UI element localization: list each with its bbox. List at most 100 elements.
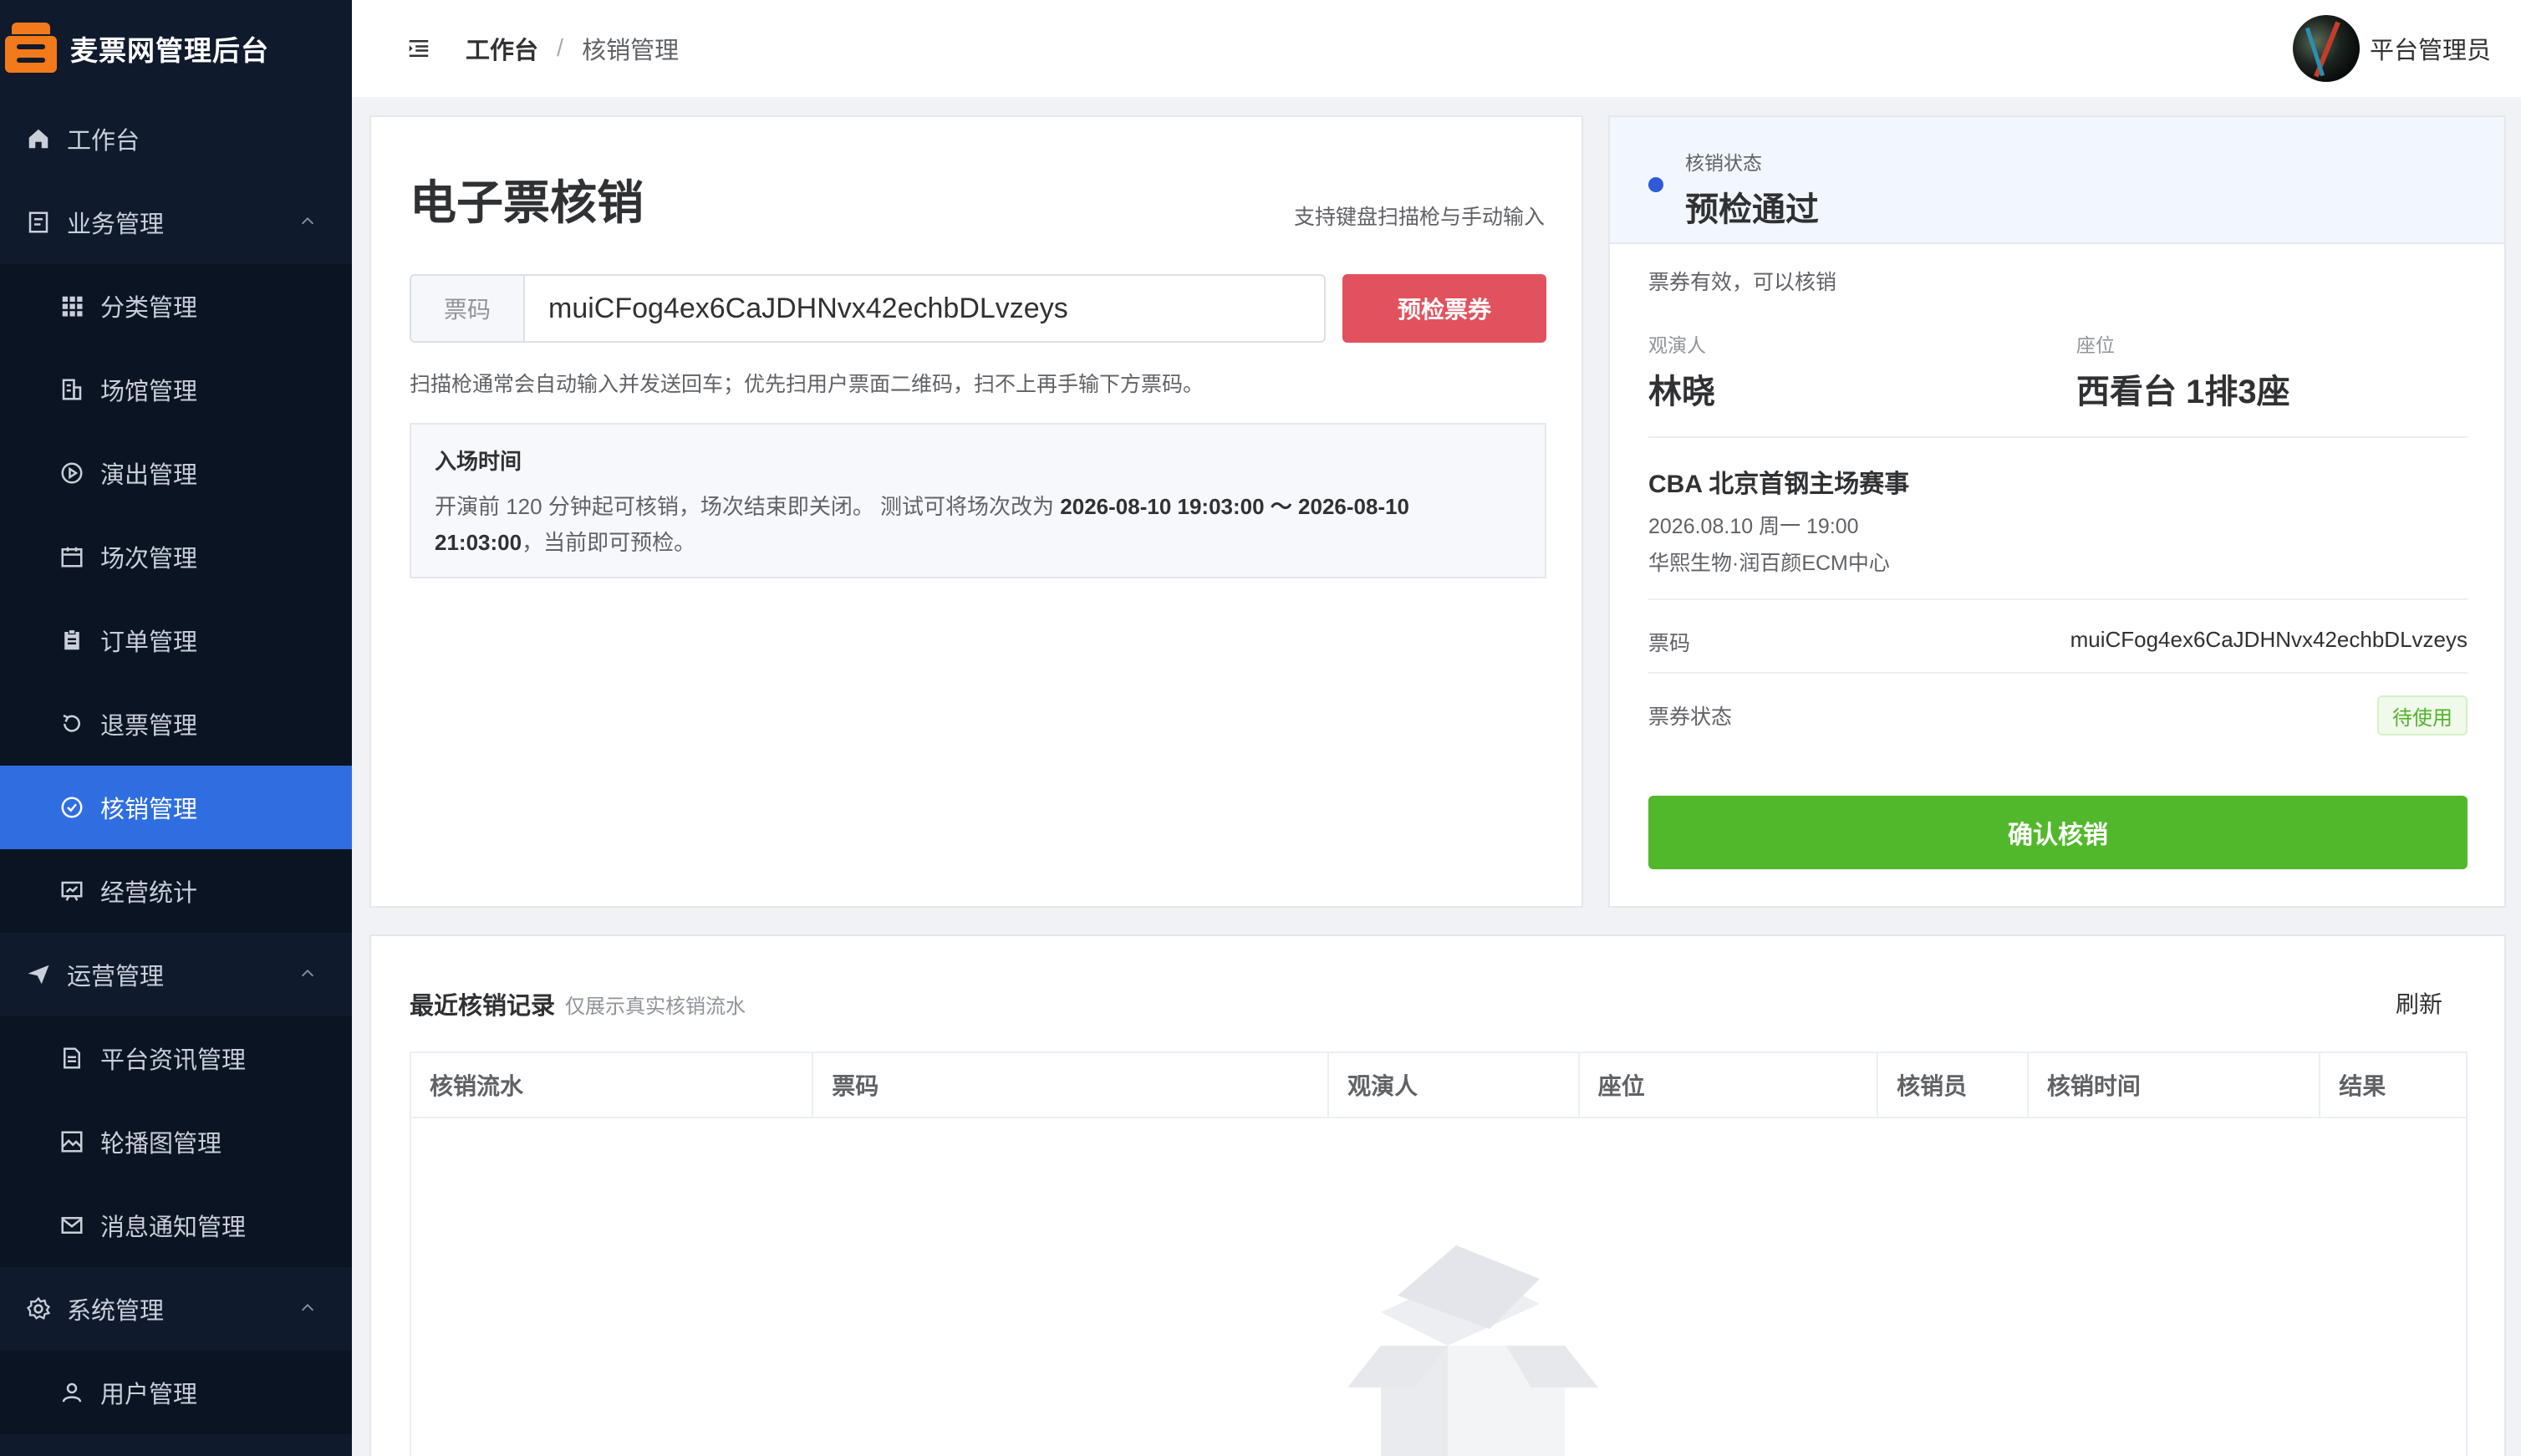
sidebar-item-label: 运营管理 (67, 964, 165, 990)
breadcrumb: 工作台 / 核销管理 (466, 31, 679, 66)
sidebar-item-label: 场馆管理 (100, 379, 198, 405)
column-header[interactable]: 结果 (2320, 1053, 2466, 1117)
code-value: muiCFog4ex6CaJDHNvx42echbDLvzeys (2070, 627, 2468, 652)
sidebar-item-verify[interactable]: 核销管理 (0, 766, 352, 849)
entry-time-text: 开演前 120 分钟起可核销，场次结束即关闭。 测试可将场次改为 2026-08… (435, 489, 1521, 561)
sidebar-item-banner[interactable]: 轮播图管理 (0, 1100, 352, 1184)
scan-tip: 扫描枪通常会自动输入并发送回车；优先扫用户票面二维码，扫不上再手输下方票码。 (410, 373, 1204, 396)
entry-time-title: 入场时间 (435, 449, 522, 474)
column-header[interactable]: 核销时间 (2029, 1053, 2321, 1117)
viewer-label: 观演人 (1648, 334, 1706, 356)
app-title: 麦票网管理后台 (70, 35, 269, 66)
sidebar-item-venue[interactable]: 场馆管理 (0, 348, 352, 431)
home-icon (25, 125, 52, 152)
sidebar-item-system[interactable]: 系统管理 (0, 1267, 352, 1351)
avatar[interactable] (2292, 15, 2360, 82)
send-icon (25, 961, 52, 988)
check-circle-icon (59, 794, 85, 821)
ticket-code-input-group: 票码 预检票券 (410, 274, 1546, 343)
sidebar-item-label: 经营统计 (100, 880, 198, 907)
code-label: 票码 (1648, 632, 1691, 655)
breadcrumb-item-current: 核销管理 (582, 38, 680, 64)
sidebar-item-refund[interactable]: 退票管理 (0, 682, 352, 766)
valid-message: 票券有效，可以核销 (1648, 271, 1837, 294)
menu-toggle-icon[interactable] (402, 32, 435, 65)
user-icon (59, 1379, 85, 1406)
sidebar: 麦票网管理后台 工作台 业务管理 分类管理 场馆管理 演出管理 场次管理 订单管… (0, 0, 352, 1456)
sidebar-item-label: 场次管理 (100, 546, 198, 573)
breadcrumb-separator: / (557, 34, 564, 62)
sidebar-item-label: 工作台 (67, 128, 140, 155)
records-table: 核销流水 票码 观演人 座位 核销员 核销时间 结果 (410, 1051, 2468, 1456)
sidebar-item-message[interactable]: 消息通知管理 (0, 1184, 352, 1267)
input-hint: 支持键盘扫描枪与手动输入 (1293, 206, 1545, 229)
table-header: 核销流水 票码 观演人 座位 核销员 核销时间 结果 (411, 1053, 2466, 1118)
viewer-name: 林晓 (1648, 374, 1715, 410)
column-header[interactable]: 观演人 (1329, 1053, 1580, 1117)
column-header[interactable]: 票码 (813, 1053, 1330, 1117)
sidebar-item-label: 退票管理 (100, 713, 198, 740)
grid-icon (59, 293, 85, 319)
confirm-verify-button[interactable]: 确认核销 (1648, 796, 2468, 869)
event-time: 2026.08.10 周一 19:00 (1648, 515, 1859, 538)
sidebar-item-label: 演出管理 (100, 462, 198, 489)
sidebar-item-operations[interactable]: 运营管理 (0, 933, 352, 1016)
sidebar-item-business[interactable]: 业务管理 (0, 181, 352, 264)
calendar-icon (59, 543, 85, 570)
sidebar-item-label: 订单管理 (100, 629, 198, 656)
sidebar-item-news[interactable]: 平台资讯管理 (0, 1016, 352, 1100)
ticket-status-label: 票券状态 (1648, 705, 1733, 729)
sidebar-item-order[interactable]: 订单管理 (0, 598, 352, 682)
clipboard-icon (59, 627, 85, 654)
refresh-button[interactable]: 刷新 (2396, 986, 2442, 1020)
sidebar-item-label: 核销管理 (100, 797, 198, 823)
seat-value: 西看台 1排3座 (2076, 374, 2290, 410)
sidebar-item-workbench[interactable]: 工作台 (0, 97, 352, 181)
chevron-up-icon (301, 217, 314, 225)
sidebar-item-label: 轮播图管理 (100, 1131, 222, 1158)
divider (1648, 436, 2468, 438)
divider (1648, 672, 2468, 674)
user-name[interactable]: 平台管理员 (2370, 31, 2491, 66)
user-menu[interactable]: 平台管理员 (2292, 15, 2491, 82)
play-circle-icon (59, 460, 85, 486)
entry-time-notice: 入场时间 开演前 120 分钟起可核销，场次结束即关闭。 测试可将场次改为 20… (410, 423, 1546, 578)
sidebar-item-stats[interactable]: 经营统计 (0, 849, 352, 933)
building-icon (59, 376, 85, 403)
records-panel: 最近核销记录 仅展示真实核销流水 刷新 核销流水 票码 观演人 座位 核销员 核… (369, 934, 2506, 1456)
news-icon (59, 1045, 85, 1072)
column-header[interactable]: 核销员 (1878, 1053, 2029, 1117)
ticket-code-input[interactable] (523, 274, 1326, 343)
status-label: 核销状态 (1685, 152, 1762, 174)
verify-panel: 电子票核销 支持键盘扫描枪与手动输入 票码 预检票券 扫描枪通常会自动输入并发送… (369, 115, 1583, 908)
seat-label: 座位 (2076, 334, 2115, 356)
precheck-button[interactable]: 预检票券 (1342, 274, 1546, 343)
top-header: 工作台 / 核销管理 平台管理员 (352, 0, 2521, 97)
brand: 麦票网管理后台 (0, 0, 352, 97)
document-icon (25, 209, 52, 236)
event-venue: 华熙生物·润百颜ECM中心 (1648, 552, 1890, 575)
empty-box-icon (1347, 1245, 1598, 1456)
image-icon (59, 1128, 85, 1155)
divider (1648, 598, 2468, 600)
status-value: 预检通过 (1685, 191, 1819, 228)
breadcrumb-item-workbench[interactable]: 工作台 (466, 31, 538, 66)
logo-icon (5, 23, 57, 74)
verify-status-panel: 核销状态 预检通过 票券有效，可以核销 观演人 林晓 座位 西看台 1排3座 C… (1608, 115, 2506, 908)
column-header[interactable]: 核销流水 (411, 1053, 814, 1117)
refresh-icon (59, 710, 85, 737)
entry-text-suffix: ，当前即可预检。 (522, 530, 696, 555)
records-subtitle: 仅展示真实核销流水 (565, 995, 746, 1018)
sidebar-item-show[interactable]: 演出管理 (0, 431, 352, 515)
sidebar-item-session[interactable]: 场次管理 (0, 515, 352, 598)
column-header[interactable]: 座位 (1580, 1053, 1879, 1117)
sidebar-item-category[interactable]: 分类管理 (0, 264, 352, 348)
records-title: 最近核销记录 (410, 993, 556, 1020)
chevron-up-icon (301, 1304, 314, 1311)
sidebar-item-label: 消息通知管理 (100, 1214, 247, 1241)
sidebar-item-users[interactable]: 用户管理 (0, 1351, 352, 1434)
status-dot-icon (1648, 177, 1663, 192)
sidebar-item-label: 分类管理 (100, 295, 198, 322)
sidebar-item-label: 用户管理 (100, 1382, 198, 1408)
chart-board-icon (59, 878, 85, 904)
